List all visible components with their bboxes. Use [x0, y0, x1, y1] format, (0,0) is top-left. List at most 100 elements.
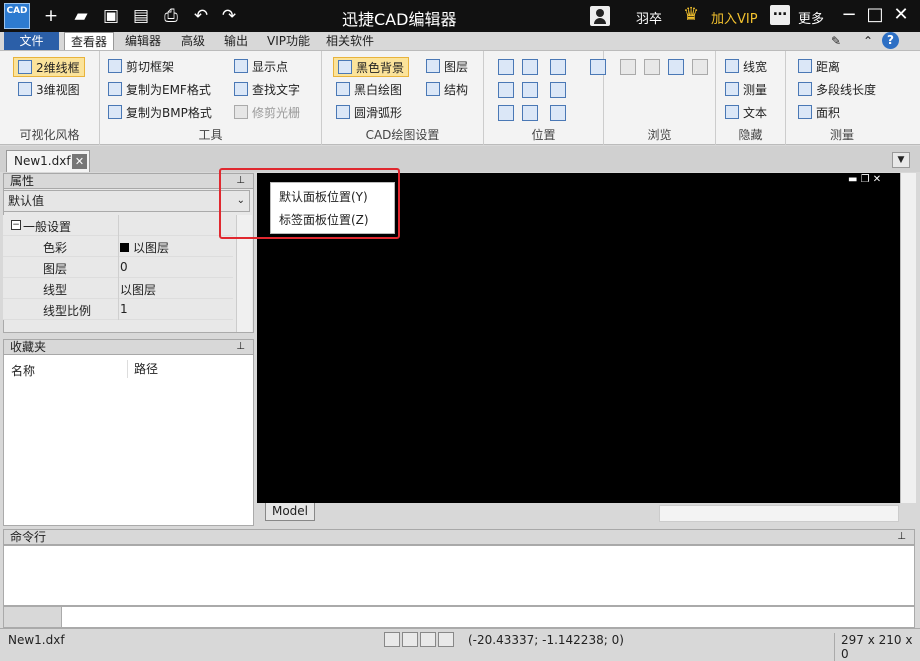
- layers-button[interactable]: 图层: [426, 57, 468, 77]
- close-tab-icon[interactable]: ✕: [72, 154, 87, 169]
- snap-icon[interactable]: [384, 632, 400, 647]
- tabs-dropdown-icon[interactable]: ▼: [892, 152, 910, 168]
- properties-combo[interactable]: 默认值 ⌄: [3, 190, 250, 212]
- file-menu[interactable]: 文件: [4, 32, 59, 50]
- column-divider: [118, 299, 119, 320]
- print-icon[interactable]: ⎙: [160, 5, 182, 27]
- zoom-window-icon[interactable]: [498, 59, 514, 75]
- bw-icon: [336, 82, 350, 96]
- command-input[interactable]: [3, 606, 915, 628]
- vip-button[interactable]: 加入VIP: [711, 8, 758, 27]
- more-icon[interactable]: …: [770, 4, 790, 25]
- 3d-view-button[interactable]: 3维视图: [18, 80, 80, 100]
- pin-icon[interactable]: ⊥: [236, 340, 245, 354]
- property-row[interactable]: 线型比例 1: [3, 299, 233, 320]
- redo-icon[interactable]: ↷: [218, 5, 240, 27]
- smooth-arc-button[interactable]: 圆滑弧形: [336, 103, 402, 123]
- tab-viewer[interactable]: 查看器: [64, 32, 115, 51]
- zoom-in-icon[interactable]: [550, 59, 566, 75]
- section-row[interactable]: − 一般设置: [3, 215, 233, 236]
- rotate-icon[interactable]: [498, 105, 514, 121]
- save-as-icon[interactable]: ▤: [130, 5, 152, 27]
- 2d-wireframe-button[interactable]: 2维线框: [13, 57, 85, 77]
- close-icon[interactable]: ✕: [873, 174, 881, 185]
- property-row[interactable]: 线型 以图层: [3, 278, 233, 299]
- app-icon[interactable]: CAD: [4, 3, 30, 29]
- model-tab[interactable]: Model: [265, 503, 315, 521]
- horizontal-scrollbar[interactable]: [659, 505, 899, 522]
- open-icon[interactable]: ▰: [70, 5, 92, 27]
- collapse-icon[interactable]: −: [11, 220, 21, 230]
- area-button[interactable]: 面积: [798, 103, 840, 123]
- collapse-ribbon-icon[interactable]: ⌃: [860, 33, 876, 49]
- customize-icon[interactable]: ✎: [828, 33, 844, 49]
- copy-emf-button[interactable]: 复制为EMF格式: [108, 80, 211, 100]
- 3d-view-icon: [18, 82, 32, 96]
- group-visual-style: 2维线框 3维视图 可视化风格: [0, 51, 100, 145]
- close-icon[interactable]: ✕: [890, 4, 912, 26]
- tab-output[interactable]: 输出: [218, 32, 254, 50]
- copy-bmp-button[interactable]: 复制为BMP格式: [108, 103, 212, 123]
- crown-icon[interactable]: ♛: [683, 4, 699, 25]
- group-tools: 剪切框架 复制为EMF格式 复制为BMP格式 显示点 查找文字 修剪光栅 工具: [100, 51, 322, 145]
- polar-icon[interactable]: [438, 632, 454, 647]
- path-column-header[interactable]: 路径: [127, 360, 158, 378]
- grid-icon[interactable]: [402, 632, 418, 647]
- group-position: 位置: [484, 51, 606, 145]
- polyline-length-button[interactable]: 多段线长度: [798, 80, 876, 100]
- line-width-button[interactable]: 线宽: [725, 57, 767, 77]
- view-3d-icon[interactable]: [550, 105, 566, 121]
- refresh-icon[interactable]: [692, 59, 708, 75]
- fit-icon[interactable]: [522, 82, 538, 98]
- group-label: CAD绘图设置: [365, 128, 440, 142]
- group-label: 位置: [531, 128, 556, 142]
- maximize-icon[interactable]: □: [864, 4, 886, 26]
- name-column-header[interactable]: 名称: [11, 362, 35, 379]
- restore-icon[interactable]: ❐: [861, 174, 870, 185]
- document-tab[interactable]: New1.dxf ✕: [6, 150, 90, 172]
- bw-drawing-button[interactable]: 黑白绘图: [336, 80, 402, 100]
- coordinates-readout: (-20.43337; -1.142238; 0): [468, 633, 624, 647]
- distance-button[interactable]: 距离: [798, 57, 840, 77]
- paper-size: 297 x 210 x 0: [834, 633, 920, 661]
- undo-icon[interactable]: ↶: [190, 5, 212, 27]
- measure-icon: [725, 82, 739, 96]
- forward-icon[interactable]: [644, 59, 660, 75]
- clip-frame-button[interactable]: 剪切框架: [108, 57, 174, 77]
- view-icon[interactable]: [522, 105, 538, 121]
- group-label: 浏览: [647, 128, 672, 142]
- zoom-search-icon[interactable]: [522, 59, 538, 75]
- column-divider: [118, 236, 119, 257]
- raster-icon: [234, 105, 248, 119]
- text-toggle-button[interactable]: 文本: [725, 103, 767, 123]
- tab-editor[interactable]: 编辑器: [119, 32, 167, 50]
- tab-vip[interactable]: VIP功能: [261, 32, 316, 50]
- ortho-icon[interactable]: [420, 632, 436, 647]
- back-icon[interactable]: [620, 59, 636, 75]
- new-icon[interactable]: +: [40, 5, 62, 27]
- pin-icon[interactable]: ⊥: [897, 530, 906, 544]
- structure-button[interactable]: 结构: [426, 80, 468, 100]
- user-name[interactable]: 羽卒: [636, 8, 662, 27]
- zoom-out-icon[interactable]: [550, 82, 566, 98]
- property-row[interactable]: 色彩 以图层: [3, 236, 233, 257]
- minimize-icon[interactable]: ▬: [848, 174, 857, 185]
- property-row[interactable]: 图层 0: [3, 257, 233, 278]
- favorites-header: 收藏夹 ⊥: [3, 339, 254, 355]
- more-button[interactable]: 更多: [798, 8, 824, 27]
- vertical-scrollbar[interactable]: [900, 173, 916, 503]
- trim-raster-button[interactable]: 修剪光栅: [234, 103, 300, 123]
- tab-advanced[interactable]: 高级: [175, 32, 211, 50]
- tab-related[interactable]: 相关软件: [320, 32, 380, 50]
- black-background-button[interactable]: 黑色背景: [333, 57, 410, 77]
- find-text-button[interactable]: 查找文字: [234, 80, 300, 100]
- show-points-button[interactable]: 显示点: [234, 57, 288, 77]
- minimize-icon[interactable]: −: [838, 4, 860, 26]
- save-icon[interactable]: ▣: [100, 5, 122, 27]
- help-icon[interactable]: ?: [882, 32, 899, 49]
- measure-toggle-button[interactable]: 测量: [725, 80, 767, 100]
- zoom-extents-icon[interactable]: [498, 82, 514, 98]
- browse-folder-icon[interactable]: [668, 59, 684, 75]
- property-value: 0: [120, 260, 128, 274]
- user-icon[interactable]: [590, 6, 610, 26]
